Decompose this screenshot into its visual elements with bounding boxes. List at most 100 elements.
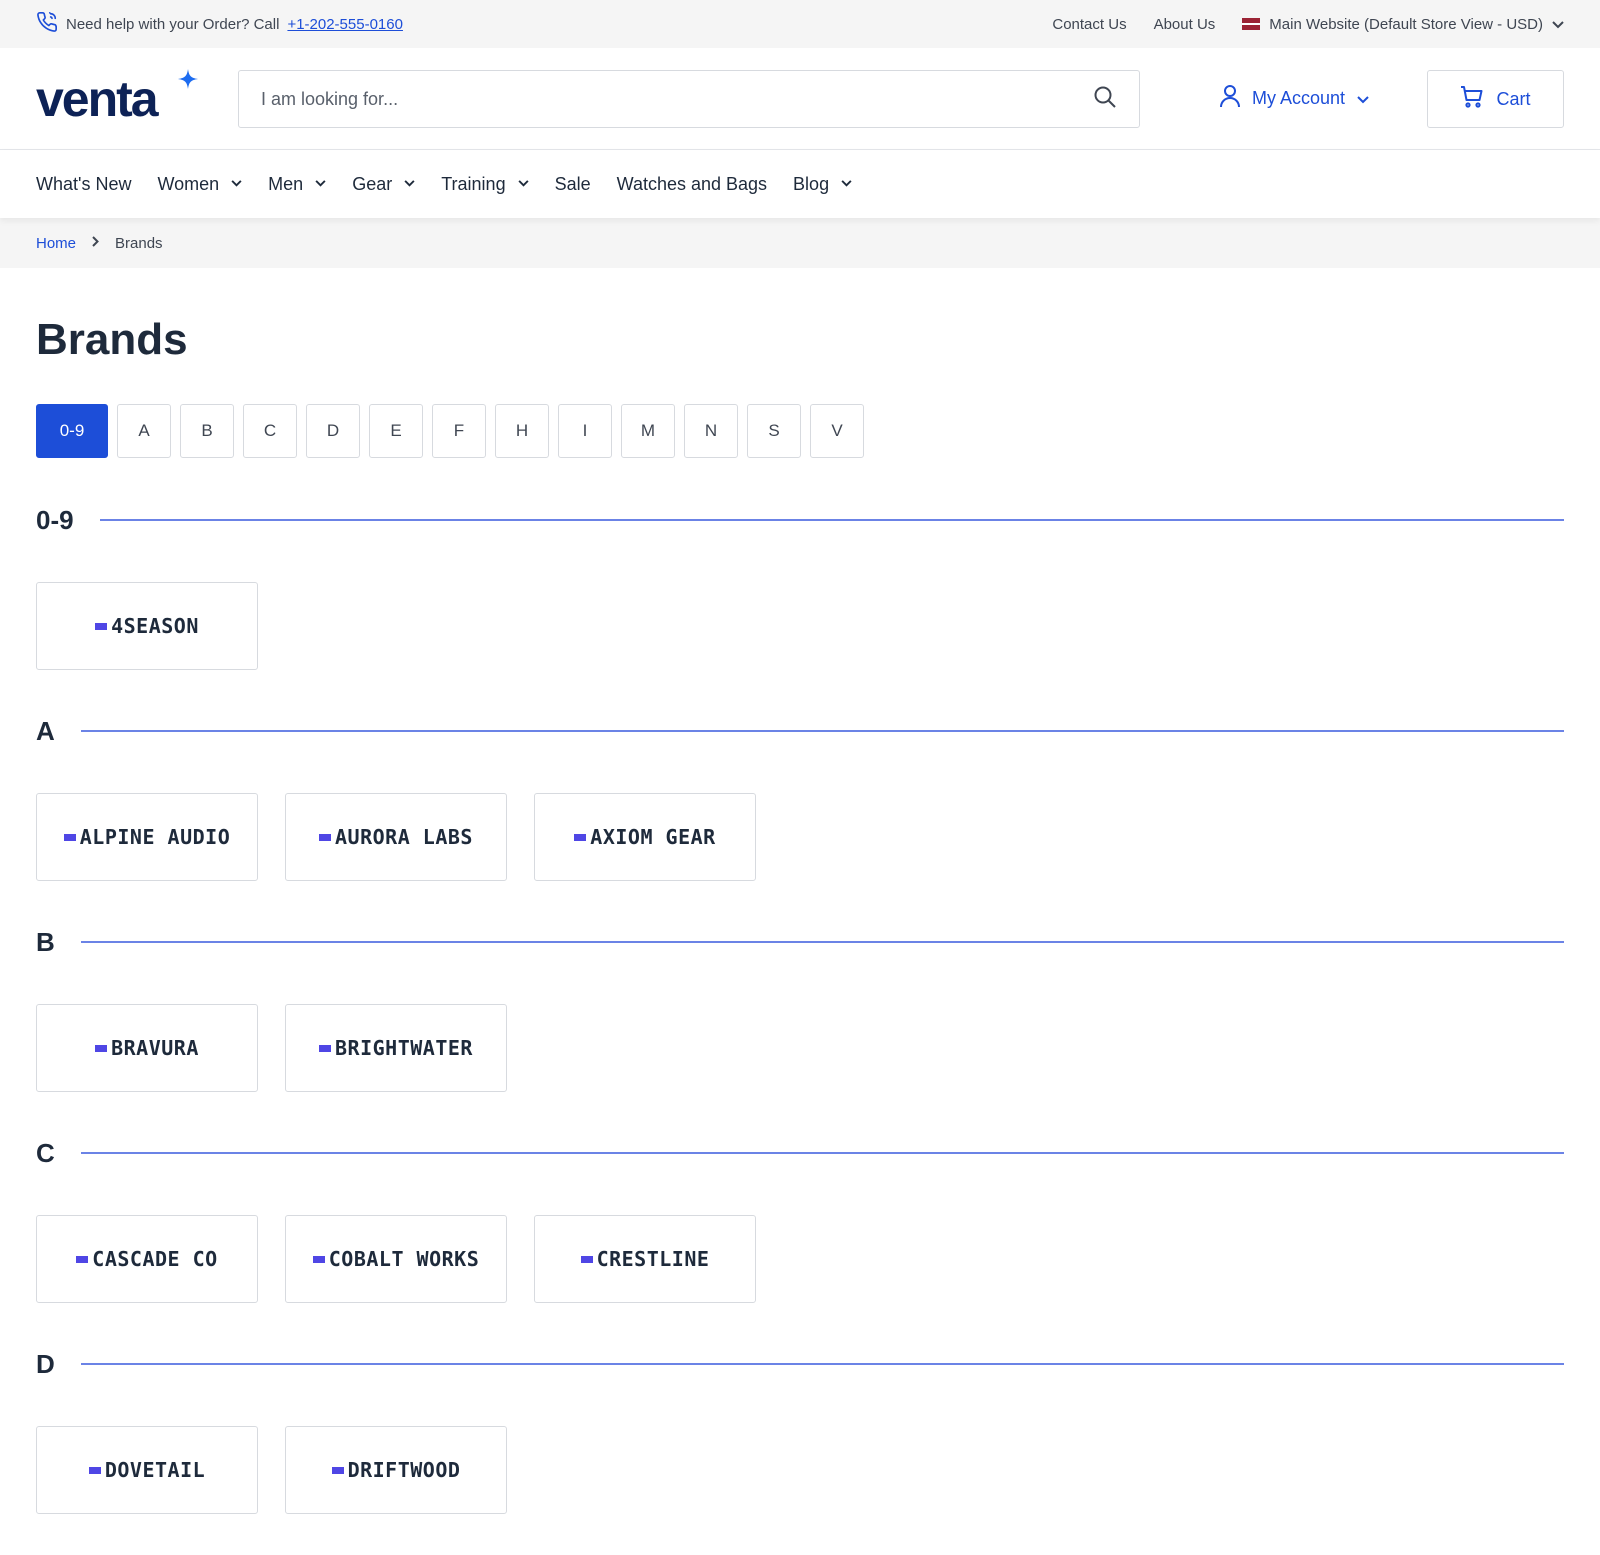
- nav-item-sale[interactable]: Sale: [555, 174, 591, 195]
- flag-icon: [1242, 18, 1261, 30]
- nav-item-blog[interactable]: Blog: [793, 174, 852, 195]
- user-icon: [1220, 84, 1240, 113]
- brand-card[interactable]: AXIOM GEAR: [534, 793, 756, 881]
- brand-section-0-9: 0-9 4SEASON: [36, 500, 1564, 670]
- brand-section-b: B BRAVURA BRIGHTWATER: [36, 922, 1564, 1092]
- nav-item-men[interactable]: Men: [268, 174, 326, 195]
- nav-label: Gear: [352, 173, 393, 194]
- main-nav: What's New Women Men Gear Training Sale …: [0, 150, 1600, 218]
- section-divider: [80, 1152, 1564, 1154]
- section-heading: B: [36, 926, 55, 957]
- store-switcher[interactable]: Main Website (Default Store View - USD): [1242, 16, 1564, 33]
- brand-logo-mark: [580, 1255, 593, 1263]
- nav-label: What's New: [36, 173, 132, 194]
- brand-card[interactable]: CASCADE CO: [36, 1215, 258, 1303]
- my-account-button[interactable]: My Account: [1220, 84, 1369, 113]
- brand-name: BRAVURA: [111, 1036, 199, 1060]
- brand-logo-mark: [312, 1255, 325, 1263]
- help-line: Need help with your Order? Call +1-202-5…: [36, 11, 403, 37]
- brand-section-d: D DOVETAIL DRIFTWOOD: [36, 1344, 1564, 1514]
- letter-button-s[interactable]: S: [747, 404, 801, 458]
- search-placeholder: I am looking for...: [261, 88, 399, 109]
- brand-name: ALPINE AUDIO: [79, 825, 231, 849]
- letter-button-m[interactable]: M: [621, 404, 675, 458]
- brand-card[interactable]: ALPINE AUDIO: [36, 793, 258, 881]
- chevron-down-icon: [1357, 88, 1369, 109]
- phone-icon: [36, 11, 58, 37]
- logo-text: venta: [36, 70, 159, 127]
- brand-logo-mark: [319, 1044, 332, 1052]
- logo[interactable]: venta: [36, 68, 198, 129]
- brand-card[interactable]: 4SEASON: [36, 582, 258, 670]
- store-label: Main Website (Default Store View - USD): [1269, 15, 1543, 33]
- about-us-link[interactable]: About Us: [1154, 16, 1216, 33]
- brand-logo-mark: [95, 1044, 108, 1052]
- brand-logo-mark: [319, 833, 332, 841]
- cart-button[interactable]: Cart: [1427, 70, 1564, 128]
- nav-item-gear[interactable]: Gear: [352, 174, 415, 195]
- chevron-down-icon: [1552, 16, 1564, 33]
- section-heading: A: [36, 715, 55, 746]
- brand-section-a: A ALPINE AUDIO AURORA LABS AXIOM GEAR: [36, 711, 1564, 881]
- brand-name: DOVETAIL: [104, 1458, 206, 1482]
- main-content: Brands 0-9 A B C D E F H I M N S V 0-9 4…: [0, 314, 1600, 1514]
- brand-name: CRESTLINE: [596, 1247, 710, 1271]
- nav-label: Blog: [793, 173, 830, 194]
- nav-item-watches-and-bags[interactable]: Watches and Bags: [617, 174, 767, 195]
- brand-card[interactable]: BRAVURA: [36, 1004, 258, 1092]
- breadcrumb-current: Brands: [115, 234, 163, 252]
- letter-filter: 0-9 A B C D E F H I M N S V: [36, 404, 1564, 458]
- brand-name: BRIGHTWATER: [335, 1036, 473, 1060]
- letter-button-d[interactable]: D: [306, 404, 360, 458]
- top-bar: Need help with your Order? Call +1-202-5…: [0, 0, 1600, 48]
- brand-card[interactable]: CRESTLINE: [534, 1215, 756, 1303]
- brand-card[interactable]: DOVETAIL: [36, 1426, 258, 1514]
- nav-label: Training: [441, 173, 506, 194]
- letter-button-c[interactable]: C: [243, 404, 297, 458]
- letter-button-f[interactable]: F: [432, 404, 486, 458]
- brand-name: 4SEASON: [111, 614, 199, 638]
- letter-button-a[interactable]: A: [117, 404, 171, 458]
- nav-label: Women: [157, 173, 220, 194]
- brand-card[interactable]: COBALT WORKS: [285, 1215, 507, 1303]
- letter-button-b[interactable]: B: [180, 404, 234, 458]
- contact-us-link[interactable]: Contact Us: [1052, 16, 1126, 33]
- brand-name: AXIOM GEAR: [590, 825, 716, 849]
- brand-card[interactable]: DRIFTWOOD: [285, 1426, 507, 1514]
- search-input[interactable]: I am looking for...: [238, 70, 1140, 128]
- brand-section-c: C CASCADE CO COBALT WORKS CRESTLINE: [36, 1133, 1564, 1303]
- chevron-down-icon: [518, 178, 529, 190]
- brand-name: AURORA LABS: [335, 825, 473, 849]
- chevron-down-icon: [404, 178, 415, 190]
- nav-label: Watches and Bags: [616, 173, 768, 194]
- nav-item-whats-new[interactable]: What's New: [36, 174, 131, 195]
- page-title: Brands: [36, 315, 188, 364]
- section-divider: [99, 519, 1564, 521]
- brand-card[interactable]: BRIGHTWATER: [285, 1004, 507, 1092]
- letter-button-n[interactable]: N: [684, 404, 738, 458]
- chevron-down-icon: [841, 178, 852, 190]
- letter-button-h[interactable]: H: [495, 404, 549, 458]
- section-divider: [80, 941, 1564, 943]
- letter-button-v[interactable]: V: [810, 404, 864, 458]
- phone-link[interactable]: +1-202-555-0160: [287, 16, 403, 33]
- breadcrumb-home[interactable]: Home: [36, 235, 76, 252]
- section-divider: [80, 1363, 1564, 1365]
- brand-logo-mark: [95, 622, 108, 630]
- nav-item-training[interactable]: Training: [441, 173, 529, 195]
- brand-logo-mark: [88, 1466, 101, 1474]
- breadcrumb: Home Brands: [0, 218, 1600, 268]
- my-account-label: My Account: [1252, 88, 1346, 108]
- brand-name: DRIFTWOOD: [347, 1458, 461, 1482]
- nav-label: Men: [268, 173, 304, 194]
- letter-button-0-9[interactable]: 0-9: [36, 404, 108, 458]
- brand-logo-mark: [63, 833, 76, 841]
- nav-item-women[interactable]: Women: [157, 174, 242, 195]
- search-icon[interactable]: [1093, 85, 1117, 114]
- section-heading: D: [36, 1348, 55, 1379]
- letter-button-i[interactable]: I: [558, 404, 612, 458]
- sparkle-icon: [178, 68, 198, 95]
- chevron-down-icon: [315, 178, 326, 190]
- brand-card[interactable]: AURORA LABS: [285, 793, 507, 881]
- letter-button-e[interactable]: E: [369, 404, 423, 458]
